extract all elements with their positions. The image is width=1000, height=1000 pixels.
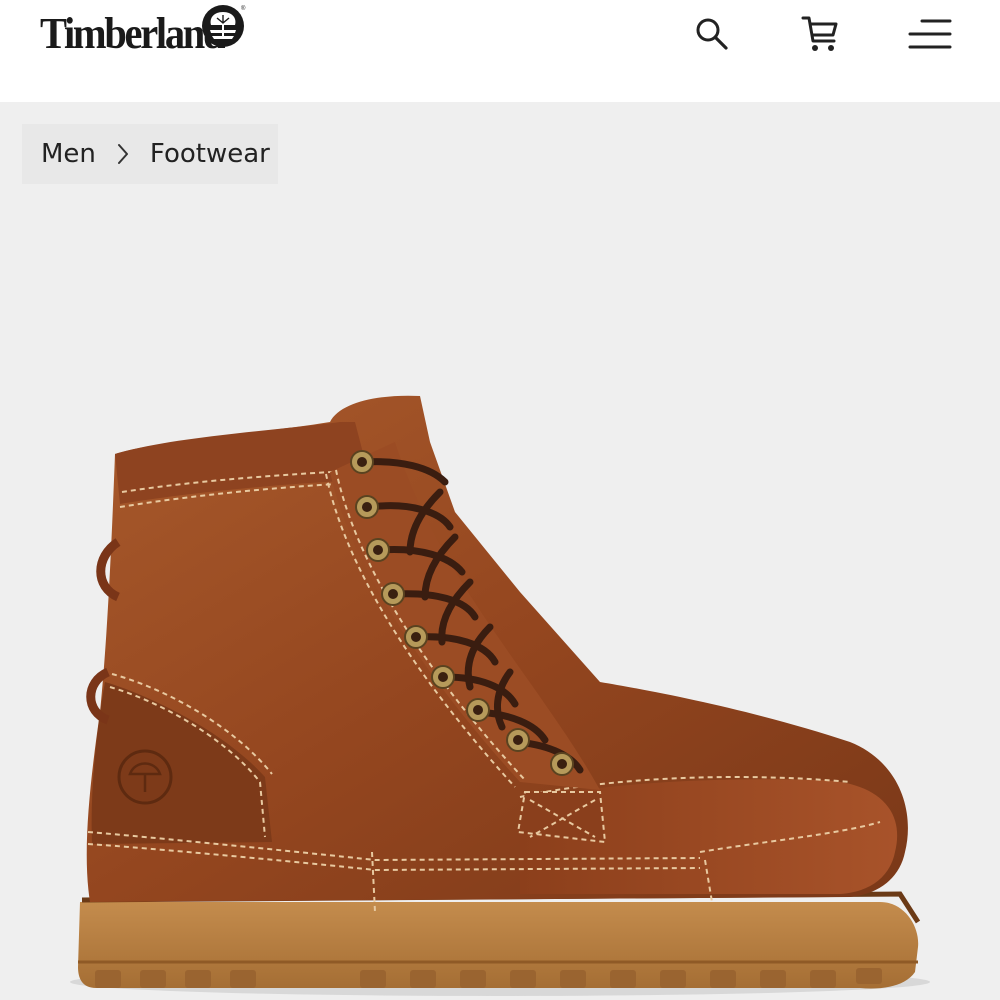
brand-name: Timberland	[40, 8, 225, 58]
breadcrumb: Men Footwear	[22, 124, 278, 184]
search-button[interactable]	[690, 12, 734, 56]
breadcrumb-footwear[interactable]: Footwear	[150, 139, 270, 169]
svg-text:®: ®	[241, 5, 246, 12]
product-hero: Men Footwear	[0, 102, 1000, 1000]
chevron-right-icon	[116, 143, 130, 165]
product-image[interactable]	[0, 382, 1000, 1000]
site-header: Timberland ®	[0, 0, 1000, 102]
cart-button[interactable]	[798, 12, 842, 56]
menu-icon	[908, 19, 952, 49]
search-icon	[696, 18, 728, 50]
tree-logo-icon: ®	[202, 5, 246, 47]
cart-icon	[801, 16, 838, 51]
breadcrumb-men[interactable]: Men	[41, 139, 96, 169]
menu-button[interactable]	[908, 12, 952, 56]
